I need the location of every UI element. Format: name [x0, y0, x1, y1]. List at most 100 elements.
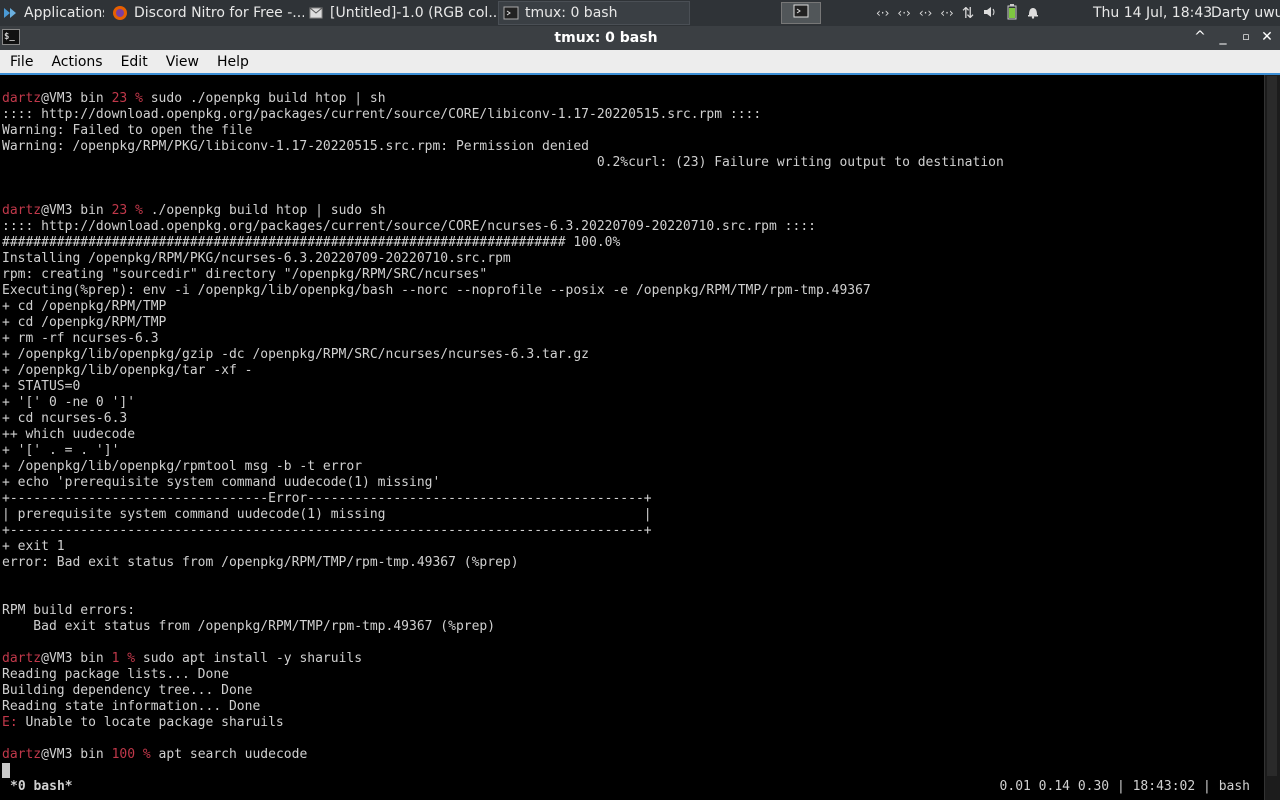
output-line: RPM build errors: — [2, 603, 136, 618]
prompt-host-dir: @VM3 bin — [41, 747, 112, 762]
output-line: +---------------------------------------… — [2, 523, 652, 538]
transfer-icon[interactable]: ⇅ — [962, 4, 975, 22]
output-line: + cd /openpkg/RPM/TMP — [2, 299, 167, 314]
output-line: Reading package lists... Done — [2, 667, 229, 682]
firefox-icon — [112, 5, 128, 21]
prompt-host-dir: @VM3 bin — [41, 203, 112, 218]
output-line: 0.2%curl: (23) Failure writing output to… — [2, 155, 1004, 170]
prompt-symbol: % — [135, 747, 151, 762]
output-line: ########################################… — [2, 235, 621, 250]
output-line: Executing(%prep): env -i /openpkg/lib/op… — [2, 283, 871, 298]
command-text: sudo ./openpkg build htop | sh — [142, 91, 386, 106]
task-label: [Untitled]-1.0 (RGB col... — [330, 5, 496, 21]
output-line: +---------------------------------Error-… — [2, 491, 652, 506]
network-icon[interactable]: ‹·› — [897, 6, 910, 20]
exit-code: 23 — [111, 203, 128, 218]
prompt-line: dartz@VM3 bin 100 % apt search uudecode — [2, 747, 1264, 763]
output-line: + cd /openpkg/RPM/TMP — [2, 315, 167, 330]
prompt-host-dir: @VM3 bin — [41, 651, 112, 666]
workspace-switcher[interactable] — [781, 2, 821, 24]
prompt-symbol: % — [119, 651, 136, 666]
terminal-output[interactable]: dartz@VM3 bin 23 % sudo ./openpkg build … — [2, 91, 1264, 791]
battery-icon[interactable] — [1006, 3, 1018, 23]
task-label: tmux: 0 bash — [525, 5, 618, 21]
applications-label: Applications — [24, 5, 104, 21]
gimp-icon — [308, 5, 324, 21]
network-icon[interactable]: ‹·› — [919, 6, 932, 20]
prompt-symbol: % — [127, 203, 143, 218]
network-icon[interactable]: ‹·› — [876, 6, 889, 20]
prompt-user: dartz — [2, 651, 42, 666]
output-line: :::: http://download.openpkg.org/package… — [2, 107, 762, 122]
window-title: tmux: 0 bash — [554, 30, 658, 46]
menu-file[interactable]: File — [0, 54, 42, 70]
output-line: + /openpkg/lib/openpkg/tar -xf - — [2, 363, 253, 378]
output-line: + STATUS=0 — [2, 379, 81, 394]
output-line: Building dependency tree... Done — [2, 683, 253, 698]
terminal-icon — [793, 4, 809, 22]
applications-menu[interactable]: Applications — [0, 1, 104, 25]
shade-button[interactable]: ^ — [1191, 26, 1209, 50]
error-prefix: E: — [2, 715, 18, 730]
output-line: + exit 1 — [2, 539, 65, 554]
network-icon[interactable]: ‹·› — [940, 6, 953, 20]
exit-code: 23 — [111, 91, 128, 106]
panel-clock[interactable]: Thu 14 Jul, 18:43 — [1093, 0, 1212, 26]
maximize-button[interactable]: ▫ — [1237, 26, 1255, 50]
output-line: Reading state information... Done — [2, 699, 261, 714]
terminal-icon — [503, 5, 519, 21]
scrollbar-thumb[interactable] — [1267, 76, 1277, 776]
prompt-user: dartz — [2, 747, 42, 762]
command-text: apt search uudecode — [150, 747, 308, 762]
close-button[interactable]: ✕ — [1258, 26, 1276, 50]
volume-icon[interactable] — [982, 5, 998, 22]
output-line: | prerequisite system command uudecode(1… — [2, 507, 652, 522]
prompt-user: dartz — [2, 203, 42, 218]
menu-help[interactable]: Help — [208, 54, 258, 70]
bell-icon[interactable] — [1026, 5, 1040, 22]
output-line: + cd ncurses-6.3 — [2, 411, 128, 426]
menu-actions[interactable]: Actions — [42, 54, 111, 70]
output-line: + /openpkg/lib/openpkg/gzip -dc /openpkg… — [2, 347, 589, 362]
user-menu[interactable]: Darty uwu — [1211, 0, 1280, 26]
app-menu-icon — [2, 5, 18, 21]
task-label: Discord Nitro for Free -... — [134, 5, 304, 21]
prompt-user: dartz — [2, 91, 42, 106]
prompt-line: dartz@VM3 bin 23 % sudo ./openpkg build … — [2, 91, 1264, 107]
task-gimp[interactable]: [Untitled]-1.0 (RGB col... — [308, 1, 496, 25]
system-tray: ‹·› ‹·› ‹·› ‹·› ⇅ — [876, 0, 1040, 26]
prompt-line: dartz@VM3 bin 23 % ./openpkg build htop … — [2, 203, 1264, 219]
top-panel: Applications Discord Nitro for Free -...… — [0, 0, 1280, 26]
output-line: + /openpkg/lib/openpkg/rpmtool msg -b -t… — [2, 459, 363, 474]
prompt-host-dir: @VM3 bin — [41, 91, 112, 106]
task-firefox[interactable]: Discord Nitro for Free -... — [112, 1, 304, 25]
output-line: Warning: /openpkg/RPM/PKG/libiconv-1.17-… — [2, 139, 589, 154]
output-line: ++ which uudecode — [2, 427, 136, 442]
error-text: Unable to locate package sharuils — [17, 715, 284, 730]
exit-code: 100 — [111, 747, 136, 762]
menu-edit[interactable]: Edit — [112, 54, 157, 70]
output-line: + '[' . = . ']' — [2, 443, 120, 458]
prompt-symbol: % — [127, 91, 143, 106]
menu-view[interactable]: View — [157, 54, 208, 70]
task-terminal[interactable]: tmux: 0 bash — [498, 1, 690, 25]
window-titlebar[interactable]: $_ tmux: 0 bash ^ _ ▫ ✕ — [0, 26, 1280, 50]
output-line: Bad exit status from /openpkg/RPM/TMP/rp… — [2, 619, 496, 634]
minimize-button[interactable]: _ — [1214, 26, 1232, 50]
focus-border — [0, 73, 1280, 75]
tmux-window-list[interactable]: *0 bash* — [10, 779, 73, 794]
output-line: + rm -rf ncurses-6.3 — [2, 331, 159, 346]
output-line: Warning: Failed to open the file — [2, 123, 253, 138]
output-line: Installing /openpkg/RPM/PKG/ncurses-6.3.… — [2, 251, 511, 266]
menubar: File Actions Edit View Help — [0, 50, 1280, 74]
output-line: :::: http://download.openpkg.org/package… — [2, 219, 816, 234]
tmux-status-info: 0.01 0.14 0.30 | 18:43:02 | bash — [999, 779, 1250, 794]
command-text: ./openpkg build htop | sudo sh — [142, 203, 386, 218]
command-text: sudo apt install -y sharuils — [135, 651, 363, 666]
